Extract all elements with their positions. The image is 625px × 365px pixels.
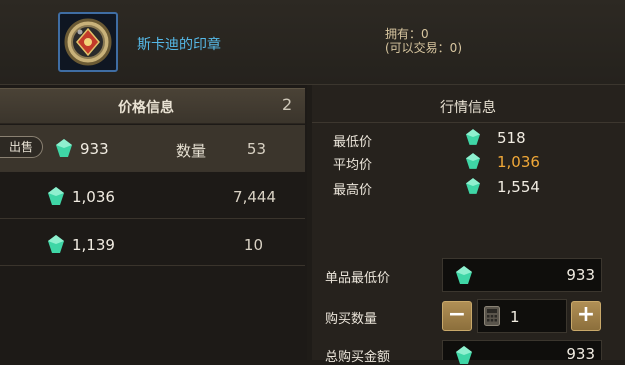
increase-quantity-button[interactable]: + [571, 301, 601, 331]
listing-quantity: 53 [246, 140, 266, 158]
item-slot[interactable] [58, 12, 118, 72]
listing-price: 1,139 [72, 236, 115, 254]
decrease-quantity-button[interactable]: − [442, 301, 472, 331]
item-name: 斯卡迪的印章 [137, 37, 221, 53]
buy-quantity-label: 购买数量 [325, 312, 378, 327]
max-price-label: 最高价 [333, 183, 373, 198]
tradeable-line: (可以交易：0) [385, 41, 462, 55]
min-price-value: 518 [497, 129, 526, 147]
max-price-value: 1,554 [497, 178, 540, 196]
unit-min-price-value: 933 [566, 266, 595, 284]
seal-emblem-icon [64, 18, 112, 66]
listing-price: 1,036 [72, 188, 115, 206]
listings-count: 2 [282, 95, 293, 114]
owned-count: 拥有：0 (可以交易：0) [385, 27, 462, 55]
listing-price: 933 [80, 140, 109, 158]
market-title: 行情信息 [440, 100, 496, 116]
quantity-label: 数量 [176, 142, 207, 160]
green-gem-icon [466, 129, 480, 145]
avg-price-label: 平均价 [333, 158, 373, 173]
green-gem-icon [466, 178, 480, 194]
avg-price-value: 1,036 [497, 153, 540, 171]
listings-title: 价格信息 [118, 100, 174, 116]
owned-line: 拥有：0 [385, 27, 429, 41]
buy-quantity-value: 1 [510, 308, 520, 326]
green-gem-icon [456, 266, 472, 284]
unit-min-price-label: 单品最低价 [325, 271, 391, 286]
listing-quantity: 7,444 [233, 188, 276, 206]
calculator-icon[interactable] [484, 306, 500, 326]
green-gem-icon [48, 187, 64, 205]
green-gem-icon [48, 235, 64, 253]
listing-quantity: 10 [243, 236, 263, 254]
total-amount-label: 总购买金额 [325, 350, 391, 365]
total-amount-value: 933 [566, 345, 595, 363]
sell-button[interactable]: 出售 [0, 136, 43, 158]
green-gem-icon [56, 139, 72, 157]
green-gem-icon [456, 346, 472, 364]
min-price-label: 最低价 [333, 135, 373, 150]
green-gem-icon [466, 153, 480, 169]
